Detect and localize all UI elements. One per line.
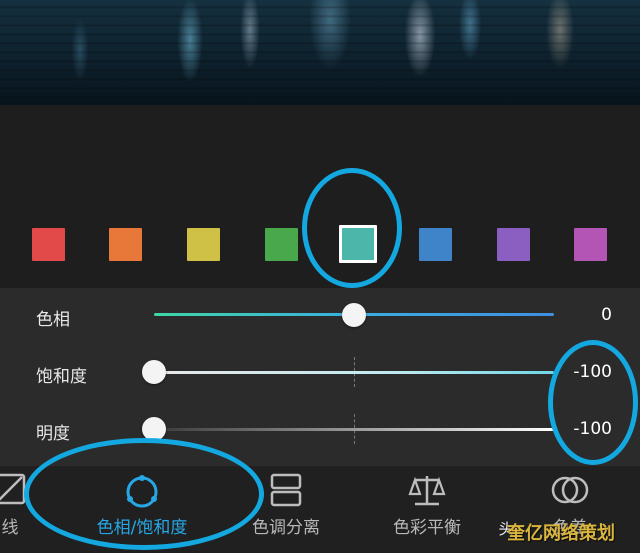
saturation-slider-track[interactable] [154,371,554,374]
tab-label: 线 [1,518,19,538]
tab-color-balance[interactable]: 色彩平衡 [377,466,477,553]
tab-hue-saturation[interactable]: 色相/饱和度 [72,466,212,553]
hue-label: 色相 [36,310,70,330]
saturation-slider-thumb[interactable] [142,360,166,384]
hue-saturation-icon [122,472,162,516]
hue-value: 0 [601,305,612,325]
swatch-green[interactable] [265,228,298,261]
lightness-value: -100 [573,419,612,439]
tab-split-tone[interactable]: 色调分离 [236,466,336,553]
color-swatch-panel [0,105,640,288]
swatch-orange[interactable] [109,228,142,261]
lightness-slider-thumb[interactable] [142,417,166,441]
swatch-red[interactable] [32,228,65,261]
tab-label: 色相/饱和度 [96,518,188,538]
lightness-label: 明度 [36,424,70,444]
lightness-slider-track[interactable] [154,428,554,431]
tab-curves[interactable]: 线 [0,466,40,553]
saturation-value: -100 [573,362,612,382]
tab-label: 色彩平衡 [393,518,461,538]
swatch-magenta[interactable] [574,228,607,261]
swatch-yellow[interactable] [187,228,220,261]
watermark-text: 奎亿网络策划 [507,523,615,544]
hue-slider-thumb[interactable] [342,303,366,327]
swatch-aqua[interactable] [339,225,377,263]
saturation-label: 饱和度 [36,367,87,387]
tone-curve-icon [0,472,27,510]
photo-preview[interactable] [0,0,640,105]
balance-scale-icon [407,472,447,514]
split-tone-icon [268,472,304,512]
tab-label: 色调分离 [252,518,320,538]
swatch-blue[interactable] [419,228,452,261]
swatch-purple[interactable] [497,228,530,261]
chromatic-aberration-icon [549,472,591,512]
